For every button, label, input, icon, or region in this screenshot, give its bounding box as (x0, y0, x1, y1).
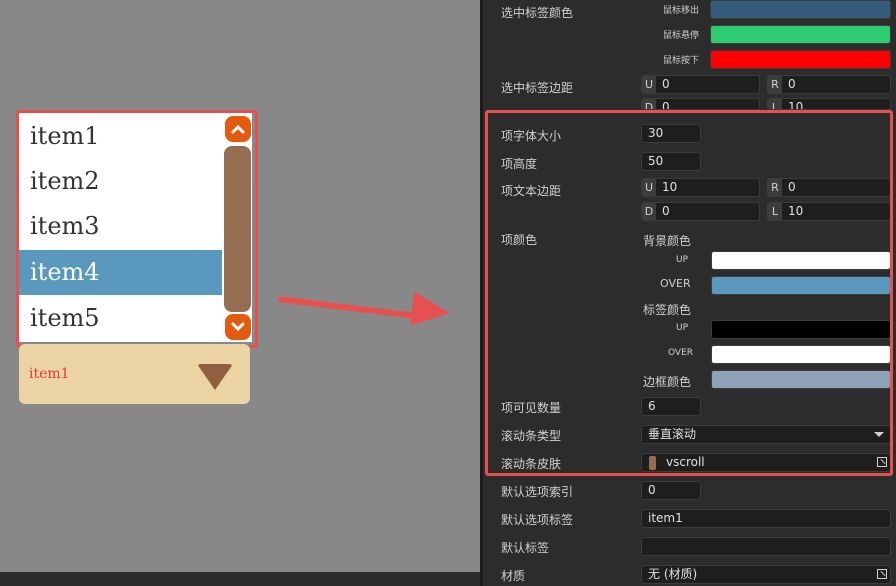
item-color-label: 项颜色 (501, 233, 538, 247)
visible-count-label: 项可见数量 (501, 401, 562, 415)
tag-over-color-swatch[interactable] (711, 345, 891, 364)
list-item[interactable]: item1 (18, 114, 252, 159)
list-item[interactable]: item2 (18, 159, 252, 204)
pointer-arrow-icon (410, 291, 452, 331)
selected-padding-d-field[interactable]: D 0 (641, 98, 760, 110)
material-value: 无 (材质) (648, 567, 698, 581)
tag-color-label: 标签颜色 (643, 303, 692, 317)
asset-picker-icon[interactable] (877, 569, 887, 579)
r-value: 0 (788, 180, 796, 194)
mouse-down-color-swatch[interactable] (710, 50, 891, 69)
scrollbar-type-select[interactable]: 垂直滚动 (641, 425, 891, 444)
d-value: 0 (662, 204, 670, 218)
default-label-input[interactable]: item1 (641, 509, 891, 528)
scroll-down-button[interactable] (225, 314, 251, 340)
item-font-size-label: 项字体大小 (501, 129, 562, 143)
mouse-out-color-swatch[interactable] (710, 0, 891, 19)
d-value: 0 (662, 100, 670, 110)
bottom-strip (0, 572, 480, 586)
list-item[interactable]: item5 (18, 296, 252, 341)
u-prefix: U (642, 179, 656, 196)
mouse-hover-color-swatch[interactable] (710, 25, 891, 44)
r-prefix: R (768, 179, 782, 196)
material-field[interactable]: 无 (材质) (641, 565, 891, 584)
bg-up-color-swatch[interactable] (711, 251, 891, 270)
u-value: 0 (662, 77, 670, 91)
selected-label-padding-label: 选中标签边距 (501, 81, 574, 95)
l-prefix: L (768, 99, 782, 109)
bg-up-label: UP (676, 255, 689, 265)
item-padding-d-field[interactable]: D 0 (641, 202, 760, 221)
tag-up-label: UP (676, 323, 689, 333)
chevron-up-icon (231, 124, 245, 134)
bg-over-color-swatch[interactable] (711, 276, 891, 295)
scrollbar-thumb[interactable] (224, 146, 251, 312)
default-label-label: 默认选项标签 (501, 513, 574, 527)
skin-thumbnail-icon (649, 456, 656, 470)
r-value: 0 (788, 77, 796, 91)
d-prefix: D (642, 99, 656, 109)
tag-over-label: OVER (668, 348, 694, 358)
mouse-hover-label: 鼠标悬停 (663, 31, 700, 41)
item-padding-u-field[interactable]: U 10 (641, 178, 760, 197)
scrollbar-skin-value: vscroll (666, 455, 705, 469)
scroll-up-button[interactable] (225, 116, 251, 142)
selected-label-color-label: 选中标签颜色 (501, 6, 574, 20)
pointer-arrow-shaft (277, 296, 418, 320)
asset-picker-icon[interactable] (877, 457, 887, 467)
list-item-selected[interactable]: item4 (18, 250, 252, 295)
border-color-label: 边框颜色 (643, 375, 692, 389)
combobox-label: item1 (29, 366, 70, 382)
scrollbar-skin-field[interactable]: vscroll (641, 453, 891, 472)
item-padding-l-field[interactable]: L 10 (767, 202, 891, 221)
combobox[interactable]: item1 (19, 344, 250, 404)
default-index-input[interactable]: 0 (641, 481, 701, 500)
chevron-down-icon (874, 432, 884, 437)
scrollbar-skin-label: 滚动条皮肤 (501, 457, 562, 471)
default-tag-label: 默认标签 (501, 541, 550, 555)
selected-padding-l-field[interactable]: L 10 (767, 98, 891, 110)
selected-padding-r-field[interactable]: R 0 (767, 75, 891, 94)
l-value: 10 (788, 100, 804, 110)
item-padding-r-field[interactable]: R 0 (767, 178, 891, 197)
item-height-label: 项高度 (501, 157, 538, 171)
scrollbar-type-label: 滚动条类型 (501, 429, 562, 443)
dropdown-list: item1 item2 item3 item4 item5 (18, 112, 252, 342)
l-prefix: L (768, 203, 782, 220)
visible-count-input[interactable]: 6 (641, 397, 701, 416)
item-text-padding-label: 项文本边距 (501, 184, 562, 198)
border-color-swatch[interactable] (711, 370, 891, 389)
list-item[interactable]: item3 (18, 204, 252, 249)
r-prefix: R (768, 76, 782, 93)
item-height-input[interactable]: 50 (641, 152, 701, 171)
selected-padding-u-field[interactable]: U 0 (641, 75, 760, 94)
u-value: 10 (662, 180, 678, 194)
d-prefix: D (642, 203, 656, 220)
u-prefix: U (642, 76, 656, 93)
material-label: 材质 (501, 569, 526, 583)
bg-over-label: OVER (660, 277, 691, 290)
scene-preview: item1 item2 item3 item4 item5 item1 (0, 0, 480, 586)
chevron-down-icon (231, 322, 245, 332)
scrollbar-type-value: 垂直滚动 (648, 427, 697, 441)
mouse-out-label: 鼠标移出 (663, 6, 700, 16)
mouse-down-label: 鼠标按下 (663, 56, 700, 66)
item-font-size-input[interactable]: 30 (641, 124, 701, 143)
property-inspector: 选中标签颜色 鼠标移出 鼠标悬停 鼠标按下 选中标签边距 U 0 R 0 D 0… (480, 0, 896, 586)
bg-color-label: 背景颜色 (643, 234, 692, 248)
default-index-label: 默认选项索引 (501, 485, 574, 499)
l-value: 10 (788, 204, 804, 218)
tag-up-color-swatch[interactable] (711, 320, 891, 339)
default-tag-input[interactable] (641, 537, 891, 556)
dropdown-arrow-icon[interactable] (197, 364, 233, 390)
